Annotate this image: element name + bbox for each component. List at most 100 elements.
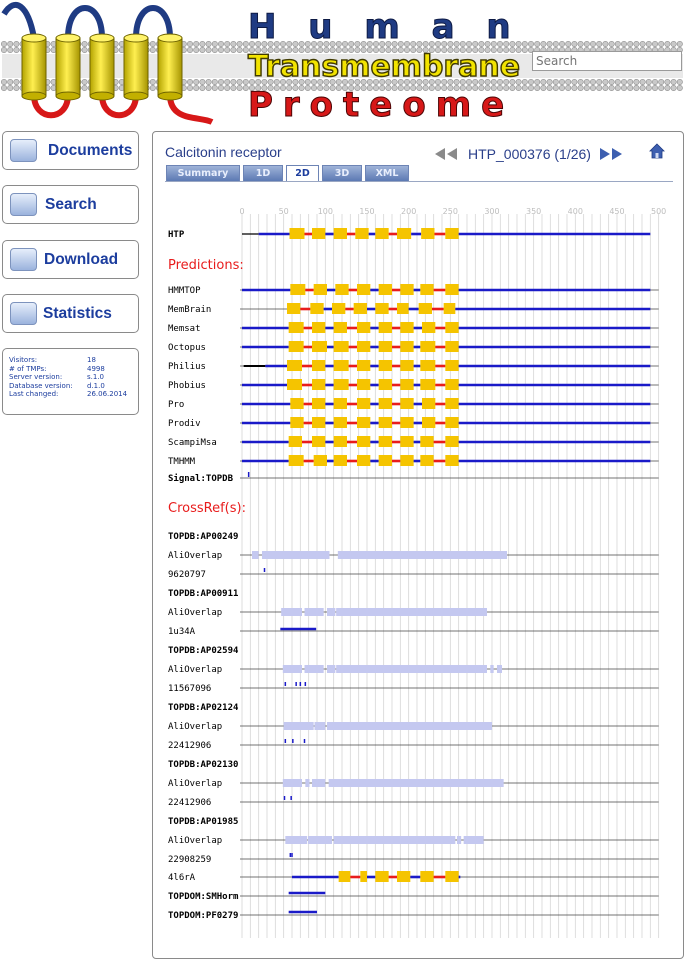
prediction-tmhmm-tm-helix [400,455,414,466]
prediction-prodiv-tm-helix [378,417,392,428]
prediction-membrain-tm-helix [396,303,409,314]
prediction-membrain-tm-helix [443,303,456,314]
prediction-phobius-tm-helix [378,379,392,390]
prediction-philius-tm-helix [356,360,371,371]
prediction-label-pro: Pro [168,400,184,410]
structure-tm-helix [396,871,411,882]
alignment-overlap-block [282,665,302,673]
crossref-id: 22412906 [168,741,211,751]
alignment-overlap-block [336,665,487,673]
alignment-overlap-block [337,551,507,559]
axis-tick-label: 50 [279,207,289,216]
prediction-hmmtop-tm-helix [420,284,434,295]
prediction-philius-tm-helix [420,360,436,371]
prediction-philius-tm-helix [378,360,392,371]
prediction-octopus-tm-helix [356,341,371,352]
prediction-label-tmhmm: TMHMM [168,457,196,467]
alignment-overlap-block [282,779,302,787]
prediction-tmhmm-tm-helix [313,455,327,466]
prediction-prodiv-tm-helix [445,417,459,428]
crossref-title: TOPDB:AP01985 [168,817,238,827]
prediction-memsat-tm-helix [378,322,392,333]
prediction-phobius-tm-helix [420,379,436,390]
prediction-tmhmm-tm-helix [288,455,304,466]
prediction-pro-tm-helix [333,398,347,409]
prediction-tmhmm-tm-helix [356,455,371,466]
crossref-title: TOPDB:AP00249 [168,532,238,542]
extra-row-label: TOPDOM:SMHorm [168,892,239,902]
prediction-memsat-tm-helix [421,322,436,333]
structure-tm-helix [338,871,351,882]
alignment-overlap-block [333,836,456,844]
htp-tm-helix [289,228,305,239]
prediction-tmhmm-tm-helix [420,455,434,466]
crossref-title: TOPDB:AP02594 [168,646,239,656]
prediction-phobius-tm-helix [286,379,302,390]
axis-tick-label: 250 [443,207,458,216]
prediction-octopus-tm-helix [288,341,304,352]
alignment-overlap-block [285,836,307,844]
structure-tm-helix [375,871,389,882]
extra-row-label: 4l6rA [168,873,196,883]
prediction-label-membrain: MemBrain [168,305,211,315]
topology-graphic: 0 50 100 150 200 250 300 350 400 450 500 HTP Predict… [168,207,666,938]
crossref-id: 1u34A [168,627,196,637]
axis-tick-label: 400 [568,207,583,216]
alignment-overlap-block [314,722,326,730]
prediction-prodiv-tm-helix [356,417,371,428]
prediction-membrain-tm-helix [418,303,432,314]
prediction-scampimsa-tm-helix [333,436,347,447]
prediction-memsat-tm-helix [445,322,459,333]
signal-row-label: Signal:TOPDB [168,473,234,484]
prediction-membrain-tm-helix [375,303,389,314]
axis-tick-label: 100 [318,207,333,216]
prediction-prodiv-tm-helix [400,417,414,428]
alignment-overlap-block [326,722,492,730]
alioverlap-label: AliOverlap [168,551,222,561]
alignment-overlap-block [307,836,332,844]
prediction-scampimsa-tm-helix [288,436,302,447]
structure-tm-helix [420,871,434,882]
prediction-label-scampimsa: ScampiMsa [168,438,217,448]
htp-tm-helix [445,228,459,239]
prediction-hmmtop-tm-helix [335,284,349,295]
axis-tick-label: 450 [609,207,624,216]
prediction-membrain-tm-helix [331,303,346,314]
prediction-scampimsa-tm-helix [378,436,392,447]
prediction-hmmtop-tm-helix [378,284,392,295]
alignment-overlap-block [281,608,302,616]
prediction-hmmtop-tm-helix [356,284,371,295]
prediction-tmhmm-tm-helix [445,455,459,466]
prediction-hmmtop-tm-helix [445,284,459,295]
htp-tm-helix [396,228,412,239]
prediction-philius-tm-helix [311,360,326,371]
axis-tick-label: 500 [651,207,666,216]
prediction-pro-tm-helix [400,398,414,409]
htp-tm-helix [311,228,326,239]
prediction-prodiv-tm-helix [311,417,326,428]
alignment-overlap-block [304,608,324,616]
prediction-pro-tm-helix [356,398,371,409]
alignment-overlap-block [463,836,484,844]
prediction-hmmtop-tm-helix [400,284,414,295]
prediction-phobius-tm-helix [333,379,349,390]
prediction-tmhmm-tm-helix [333,455,347,466]
crossref-id: 22908259 [168,855,211,865]
alignment-overlap-block [490,665,494,673]
prediction-phobius-tm-helix [356,379,371,390]
prediction-label-prodiv: Prodiv [168,419,201,429]
alignment-overlap-block [336,608,487,616]
prediction-memsat-tm-helix [400,322,414,333]
prediction-pro-tm-helix [311,398,326,409]
alignment-overlap-block [328,779,504,787]
prediction-label-memsat: Memsat [168,324,201,334]
prediction-octopus-tm-helix [400,341,414,352]
crossref-id: 22412906 [168,798,211,808]
prediction-memsat-tm-helix [356,322,371,333]
prediction-prodiv-tm-helix [333,417,347,428]
alignment-overlap-block [251,551,259,559]
prediction-scampimsa-tm-helix [400,436,414,447]
alignment-overlap-block [261,551,330,559]
prediction-prodiv-tm-helix [290,417,304,428]
prediction-membrain-tm-helix [310,303,324,314]
